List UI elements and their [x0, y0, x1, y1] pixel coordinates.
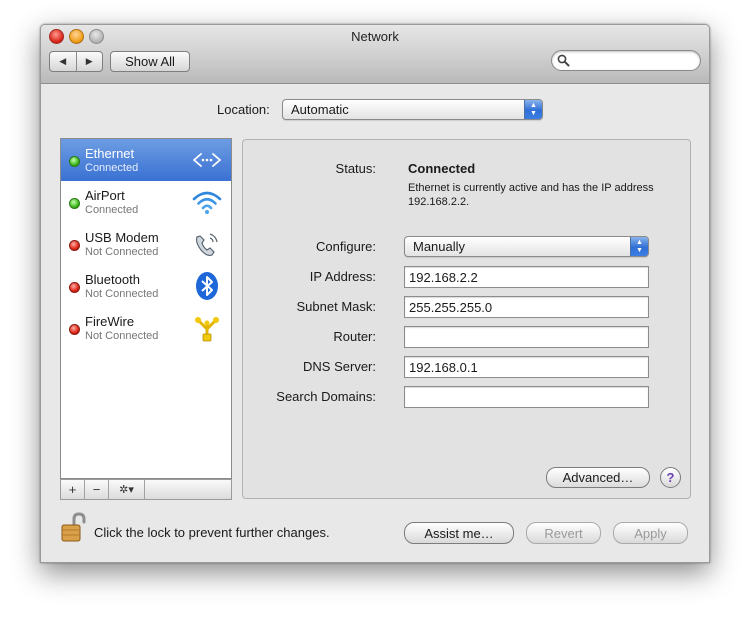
service-name: Ethernet	[85, 146, 135, 161]
configure-label: Configure:	[316, 239, 376, 254]
subnet-mask-field[interactable]: 255.255.255.0	[404, 296, 649, 318]
ip-address-field[interactable]: 192.168.2.2	[404, 266, 649, 288]
status-indicator-red	[69, 324, 80, 335]
service-item-airport[interactable]: AirPort Connected	[61, 181, 231, 223]
back-button[interactable]: ◀	[50, 52, 77, 71]
revert-button[interactable]: Revert	[526, 522, 601, 544]
add-service-button[interactable]: +	[61, 480, 85, 499]
service-item-ethernet[interactable]: Ethernet Connected	[61, 139, 231, 181]
modem-phone-icon	[195, 233, 218, 257]
status-value: Connected	[408, 161, 476, 176]
firewire-icon	[195, 317, 219, 342]
router-label: Router:	[333, 329, 376, 344]
ip-address-value: 192.168.2.2	[409, 270, 478, 285]
popup-arrows-icon: ▲ ▼	[524, 100, 542, 119]
search-input[interactable]	[574, 52, 696, 69]
service-status: Not Connected	[85, 288, 159, 300]
help-button[interactable]: ?	[660, 467, 681, 488]
service-name: AirPort	[85, 188, 125, 203]
status-indicator-red	[69, 240, 80, 251]
service-list[interactable]: Ethernet Connected AirPort Connected USB…	[60, 138, 232, 479]
lock-icon[interactable]	[60, 512, 88, 544]
subnet-mask-value: 255.255.255.0	[409, 300, 493, 315]
bluetooth-icon	[196, 272, 218, 300]
location-label: Location:	[217, 102, 270, 117]
search-icon	[557, 54, 570, 67]
service-item-firewire[interactable]: FireWire Not Connected	[61, 307, 231, 349]
network-preferences-window: Network ◀ ▶ Show All Location: Automatic…	[40, 24, 710, 563]
service-name: USB Modem	[85, 230, 159, 245]
forward-button[interactable]: ▶	[77, 52, 103, 71]
assist-me-button[interactable]: Assist me…	[404, 522, 514, 544]
search-domains-label: Search Domains:	[276, 389, 376, 404]
dns-server-value: 192.168.0.1	[409, 360, 478, 375]
ip-address-label: IP Address:	[309, 269, 376, 284]
dns-server-field[interactable]: 192.168.0.1	[404, 356, 649, 378]
status-description: Ethernet is currently active and has the…	[408, 182, 654, 208]
search-domains-field[interactable]	[404, 386, 649, 408]
service-status: Not Connected	[85, 330, 159, 342]
advanced-button[interactable]: Advanced…	[546, 467, 650, 488]
service-status: Not Connected	[85, 246, 159, 258]
router-field[interactable]	[404, 326, 649, 348]
apply-button[interactable]: Apply	[613, 522, 688, 544]
dns-server-label: DNS Server:	[303, 359, 376, 374]
location-popup[interactable]: Automatic ▲ ▼	[282, 99, 543, 120]
service-name: FireWire	[85, 314, 135, 329]
service-item-bluetooth[interactable]: Bluetooth Not Connected	[61, 265, 231, 307]
status-indicator-green	[69, 156, 80, 167]
service-name: Bluetooth	[85, 272, 140, 287]
configure-popup[interactable]: Manually ▲ ▼	[404, 236, 649, 257]
service-list-toolbar: + − ✲▾	[60, 479, 232, 500]
lock-message: Click the lock to prevent further change…	[94, 525, 330, 540]
popup-arrows-icon: ▲ ▼	[630, 237, 648, 256]
gear-icon[interactable]: ✲▾	[109, 480, 145, 499]
configure-value: Manually	[413, 239, 466, 254]
ethernet-icon	[193, 153, 221, 167]
location-value: Automatic	[291, 102, 349, 117]
status-indicator-green	[69, 198, 80, 209]
subnet-mask-label: Subnet Mask:	[296, 299, 377, 314]
search-field[interactable]	[551, 50, 701, 71]
status-label: Status:	[335, 161, 376, 176]
show-all-button[interactable]: Show All	[110, 51, 190, 72]
remove-service-button[interactable]: −	[85, 480, 109, 499]
back-forward-control: ◀ ▶	[49, 51, 103, 72]
service-status: Connected	[85, 204, 139, 216]
status-indicator-red	[69, 282, 80, 293]
title-bar[interactable]: Network ◀ ▶ Show All	[41, 25, 709, 84]
window-title: Network	[351, 29, 399, 44]
airport-wifi-icon	[192, 191, 222, 214]
service-item-usb-modem[interactable]: USB Modem Not Connected	[61, 223, 231, 265]
service-status: Connected	[85, 162, 139, 174]
service-detail-panel: Status: Connected Ethernet is currently …	[242, 139, 691, 499]
